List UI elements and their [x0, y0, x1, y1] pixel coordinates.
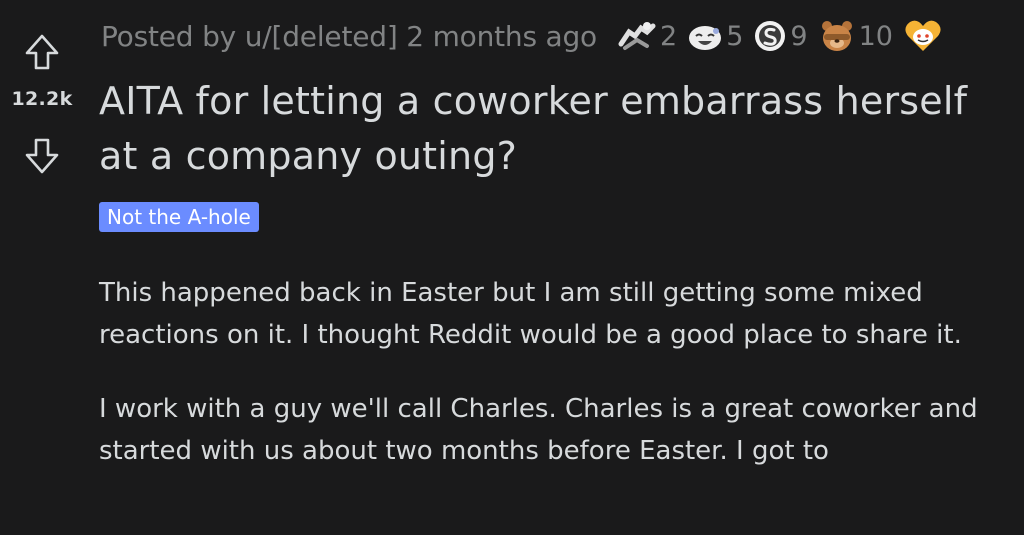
award-count: 9	[790, 20, 808, 52]
award-heart[interactable]	[903, 18, 946, 54]
bear-facepalm-award-icon	[818, 17, 856, 55]
post-paragraph: I work with a guy we'll call Charles. Ch…	[99, 394, 978, 466]
post-body: This happened back in Easter but I am st…	[99, 272, 1004, 504]
post-title[interactable]: AITA for letting a coworker embarrass he…	[99, 74, 1009, 184]
post-age: 2 months ago	[406, 19, 597, 53]
silver-coin-award-icon	[753, 18, 787, 54]
award-laughing[interactable]: 5	[687, 18, 743, 54]
vote-column: 12.2k	[0, 22, 84, 182]
award-silver[interactable]: 9	[753, 18, 808, 54]
posted-by-prefix: Posted by	[101, 19, 237, 53]
downvote-arrow-icon[interactable]	[22, 136, 62, 176]
award-bear[interactable]: 10	[818, 17, 893, 55]
award-count: 10	[858, 20, 893, 52]
award-count: 2	[660, 20, 678, 52]
heart-snoo-award-icon	[903, 18, 943, 54]
post-flair[interactable]: Not the A-hole	[99, 202, 259, 232]
posted-by-line: Posted by u/[deleted] 2 months ago	[101, 20, 597, 53]
post-meta: Posted by u/[deleted] 2 months ago 2 5 9…	[101, 14, 956, 58]
award-handshake[interactable]: 2	[617, 18, 677, 54]
handshake-award-icon	[617, 18, 657, 54]
award-count: 5	[726, 20, 744, 52]
upvote-arrow-icon[interactable]	[22, 32, 62, 72]
post-paragraph: This happened back in Easter but I am st…	[99, 278, 962, 350]
vote-score: 12.2k	[11, 88, 73, 110]
author-link[interactable]: u/[deleted]	[245, 20, 398, 53]
laughing-award-icon	[687, 18, 723, 54]
awards-list: 2 5 9 10	[617, 17, 956, 55]
